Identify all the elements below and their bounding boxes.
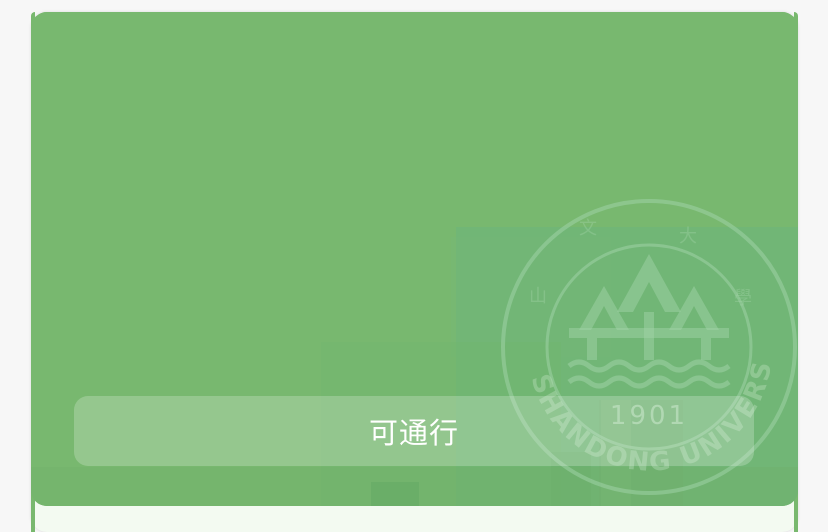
pass-status-button[interactable]: 可通行 <box>74 396 754 466</box>
svg-text:大: 大 <box>679 226 697 247</box>
svg-text:山: 山 <box>529 286 547 307</box>
svg-text:文: 文 <box>579 218 597 239</box>
pass-status-label: 可通行 <box>368 416 459 450</box>
pass-status-panel: 1901 SHANDONG UNIVERSITY 文 大 山 學 可通行 <box>31 12 798 506</box>
svg-text:學: 學 <box>734 288 752 309</box>
